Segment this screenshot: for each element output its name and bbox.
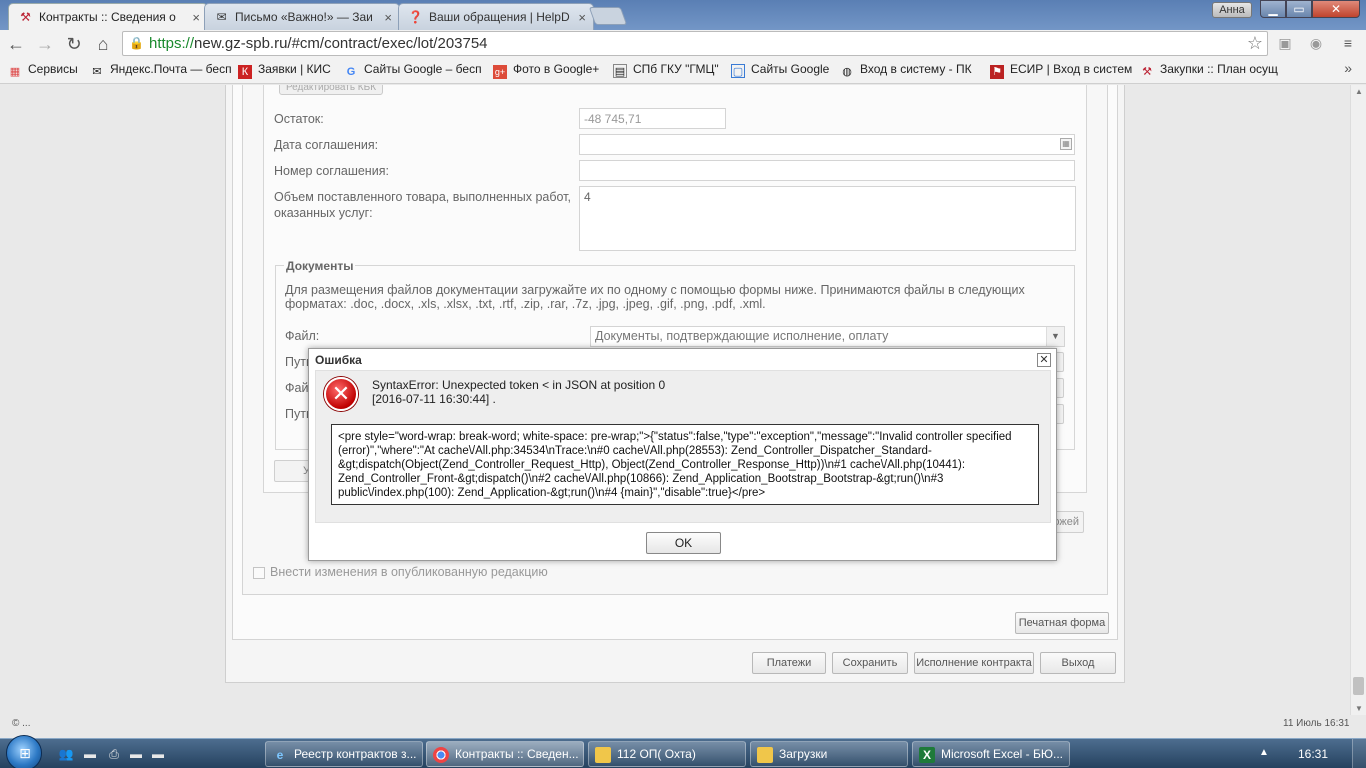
forward-arrow-icon[interactable]: → — [33, 32, 57, 56]
tray-expand-icon[interactable]: ▲ — [1259, 747, 1269, 758]
excel-icon: X — [919, 747, 935, 763]
bookmark-gmc[interactable]: ▤ СПб ГКУ "ГМЦ" — [613, 62, 719, 78]
mail-icon: ✉ — [216, 10, 227, 24]
more-bookmarks-icon[interactable]: » — [1344, 60, 1352, 76]
error-message-line: SyntaxError: Unexpected token < in JSON … — [372, 378, 666, 392]
close-icon[interactable]: × — [384, 5, 392, 30]
google-plus-icon: g+ — [493, 65, 507, 79]
page-scrollbar[interactable]: ▲ ▼ — [1350, 85, 1366, 715]
tab-helpdesk[interactable]: ❓ Ваши обращения | HelpD × — [398, 3, 594, 30]
drive-icon-2[interactable]: ▬ — [128, 746, 144, 762]
url-text: https://new.gz-spb.ru/#cm/contract/exec/… — [149, 35, 488, 52]
show-desktop-button[interactable] — [1352, 739, 1366, 768]
gmc-icon: ▤ — [613, 64, 627, 78]
close-icon[interactable]: ✕ — [1037, 353, 1051, 367]
folder-icon — [595, 747, 611, 763]
mail-icon: ✉ — [92, 66, 102, 78]
browser-tabstrip: ⚒ Контракты :: Сведения о × ✉ Письмо «Ва… — [0, 0, 1366, 30]
ok-button[interactable]: OK — [646, 532, 721, 554]
folder-icon — [757, 747, 773, 763]
minimize-button[interactable]: ▁ — [1260, 0, 1286, 18]
windows-taskbar: ⊞ 👥 ▬ ⎙ ▬ ▬ e Реестр контрактов з... Конт… — [0, 735, 1366, 768]
bookmark-google-sites[interactable]: G Сайты Google – бесп — [344, 62, 482, 79]
windows-logo-icon: ⊞ — [19, 745, 31, 761]
bookmark-google-sites-2[interactable]: ▢ Сайты Google — [731, 62, 829, 78]
purchases-icon: ⚒ — [1142, 66, 1152, 78]
close-window-button[interactable]: ✕ — [1312, 0, 1360, 18]
scroll-thumb[interactable] — [1353, 677, 1364, 695]
ie-icon: e — [276, 748, 284, 762]
bookmark-star-icon[interactable]: ☆ — [1247, 33, 1263, 54]
login-icon: ◍ — [842, 66, 852, 78]
start-button[interactable]: ⊞ — [6, 735, 42, 768]
esir-icon: ⚑ — [990, 65, 1004, 79]
tab-contracts[interactable]: ⚒ Контракты :: Сведения о × — [8, 3, 208, 30]
google-sites-icon: ▢ — [731, 64, 745, 78]
drive-icon-3[interactable]: ▬ — [150, 746, 166, 762]
bookmark-google-photos[interactable]: g+ Фото в Google+ — [493, 62, 599, 79]
bookmark-kis[interactable]: К Заявки | КИС — [238, 62, 331, 79]
close-icon[interactable]: × — [578, 5, 586, 30]
lock-icon: 🔒 — [129, 36, 144, 50]
printer-icon[interactable]: ⎙ — [106, 746, 122, 762]
error-timestamp: [2016-07-11 16:30:44] . — [372, 392, 496, 406]
bookmarks-bar: ▦ Сервисы ✉ Яндекс.Почта — бесп К Заявки | … — [0, 57, 1366, 84]
taskbar-chrome-window[interactable]: Контракты :: Сведен... — [426, 741, 584, 767]
tab-title: Контракты :: Сведения о — [39, 10, 176, 24]
chrome-icon — [433, 747, 449, 763]
browser-toolbar: ← → ↻ ⌂ 🔒 https://new.gz-spb.ru/#cm/cont… — [0, 30, 1366, 57]
apps-grid-icon: ▦ — [9, 66, 21, 78]
taskbar-folder-okhta[interactable]: 112 ОП( Охта) — [588, 741, 746, 767]
home-icon[interactable]: ⌂ — [91, 32, 115, 56]
address-bar[interactable]: 🔒 https://new.gz-spb.ru/#cm/contract/exe… — [122, 31, 1268, 56]
user-quicklaunch-icon[interactable]: 👥 — [58, 746, 74, 762]
dialog-body: ✕ SyntaxError: Unexpected token < in JSO… — [315, 370, 1051, 523]
close-icon[interactable]: × — [192, 5, 200, 30]
error-details: <pre style="word-wrap: break-word; white… — [331, 424, 1039, 505]
scroll-up-icon[interactable]: ▲ — [1355, 87, 1363, 96]
error-icon: ✕ — [324, 377, 358, 411]
back-arrow-icon[interactable]: ← — [4, 32, 28, 56]
bookmark-services[interactable]: ▦ Сервисы — [8, 62, 78, 79]
menu-icon[interactable]: ≡ — [1338, 33, 1358, 53]
taskbar-folder-downloads[interactable]: Загрузки — [750, 741, 908, 767]
eye-extension-icon[interactable]: ◉ — [1306, 33, 1326, 53]
new-tab-button[interactable] — [588, 7, 628, 25]
tab-mail[interactable]: ✉ Письмо «Важно!» — Заи × — [204, 3, 400, 30]
footer-datetime: 11 Июль 16:31 — [1283, 718, 1350, 729]
tab-title: Ваши обращения | HelpD — [429, 10, 570, 24]
hammer-icon: ⚒ — [20, 10, 31, 24]
footer-copyright: © ... — [12, 718, 31, 729]
extension-icon[interactable]: ▣ — [1275, 33, 1295, 53]
taskbar-ie-window[interactable]: e Реестр контрактов з... — [265, 741, 423, 767]
help-icon: ❓ — [408, 10, 423, 24]
bookmark-purchases[interactable]: ⚒ Закупки :: План осущ — [1140, 62, 1278, 79]
drive-icon[interactable]: ▬ — [82, 746, 98, 762]
profile-button[interactable]: Анна — [1212, 2, 1252, 18]
dialog-title: Ошибка — [315, 353, 362, 367]
scroll-down-icon[interactable]: ▼ — [1355, 704, 1363, 713]
error-dialog: Ошибка ✕ ✕ SyntaxError: Unexpected token… — [308, 348, 1057, 561]
reload-icon[interactable]: ↻ — [62, 32, 86, 56]
bookmark-login-pk[interactable]: ◍ Вход в систему - ПК — [840, 62, 971, 79]
bookmark-yandex-mail[interactable]: ✉ Яндекс.Почта — бесп — [90, 62, 231, 79]
bookmark-esir[interactable]: ⚑ ЕСИР | Вход в систем — [990, 62, 1132, 79]
kis-icon: К — [238, 65, 252, 79]
maximize-button[interactable]: ▭ — [1286, 0, 1312, 18]
tab-title: Письмо «Важно!» — Заи — [235, 10, 373, 24]
taskbar-excel-window[interactable]: X Microsoft Excel - БЮ... — [912, 741, 1070, 767]
taskbar-clock[interactable]: 16:31 — [1298, 747, 1328, 761]
error-message: SyntaxError: Unexpected token < in JSON … — [372, 378, 665, 406]
google-icon: G — [346, 66, 356, 78]
